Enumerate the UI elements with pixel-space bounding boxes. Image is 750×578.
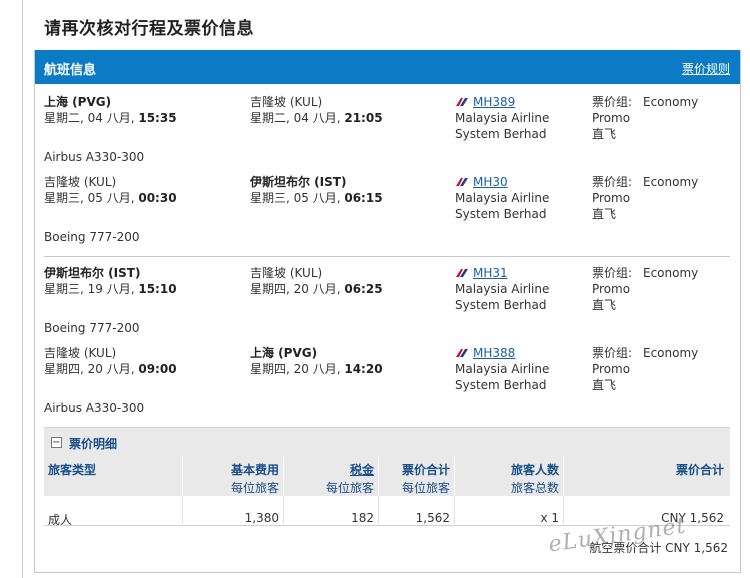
airline-name-line1: Malaysia Airline: [455, 282, 550, 296]
airline-name-line1: Malaysia Airline: [455, 362, 550, 376]
arrival-datetime: 星期二, 04 八月, 21:05: [250, 111, 383, 125]
departure-datetime: 星期二, 04 八月, 15:35: [44, 111, 177, 125]
arrival-datetime: 星期四, 20 八月, 14:20: [250, 362, 383, 376]
airline-name-line2: System Berhad: [455, 207, 547, 221]
airline-name-line2: System Berhad: [455, 127, 547, 141]
stops: 直飞: [592, 127, 617, 141]
aircraft-type: Boeing 777-200: [44, 321, 140, 335]
stops: 直飞: [592, 378, 617, 392]
fare-group-value: Economy: [643, 266, 699, 280]
tax-link[interactable]: 税金: [283, 461, 374, 478]
th-grand-total: 票价合计: [675, 463, 724, 477]
fare-group-value: Economy: [643, 346, 699, 360]
origin-city: 伊斯坦布尔 (IST): [44, 266, 141, 280]
cell-pax-count: x 1: [540, 511, 559, 525]
fare-details-title: 票价明细: [69, 437, 118, 451]
fare-group-label: 票价组:: [592, 346, 633, 360]
flight-number-link[interactable]: MH388: [473, 345, 515, 361]
th-passenger-type: 旅客类型: [48, 463, 97, 477]
fare-rules-link[interactable]: 票价规则: [682, 60, 730, 77]
fare-type: Promo: [592, 282, 631, 296]
fare-type: Promo: [592, 191, 631, 205]
th-fare-total: 票价合计 每位旅客: [401, 463, 450, 495]
departure-datetime: 星期三, 19 八月, 15:10: [44, 282, 177, 296]
destination-city: 上海 (PVG): [250, 346, 318, 360]
page-title: 请再次核对行程及票价信息: [44, 19, 254, 39]
departure-datetime: 星期三, 05 八月, 00:30: [44, 191, 177, 205]
airline-name-line2: System Berhad: [455, 298, 547, 312]
airline-name-line2: System Berhad: [455, 378, 547, 392]
stops: 直飞: [592, 207, 617, 221]
arrival-datetime: 星期三, 05 八月, 06:15: [250, 191, 383, 205]
panel-title: 航班信息: [44, 63, 97, 78]
aircraft-type: Airbus A330-300: [44, 150, 145, 164]
flight-info-panel: 航班信息 票价规则 上海 (PVG) 星期二, 04 八月, 15:35 吉隆坡…: [34, 50, 741, 573]
cell-fare-total: 1,562: [415, 511, 450, 525]
aircraft-type: Boeing 777-200: [44, 230, 140, 244]
malaysia-airlines-logo-icon: [456, 98, 468, 106]
arrival-datetime: 星期四, 20 八月, 06:25: [250, 282, 383, 296]
origin-city: 上海 (PVG): [44, 95, 112, 109]
fare-group-value: Economy: [643, 175, 699, 189]
malaysia-airlines-logo-icon: [456, 349, 468, 357]
fare-group-value: Economy: [643, 95, 699, 109]
flight-number-link[interactable]: MH31: [473, 265, 508, 281]
fare-details-toggle-bar[interactable]: − 票价明细: [44, 427, 730, 456]
left-border: [22, 0, 23, 578]
th-pax-count: 旅客人数 旅客总数: [510, 463, 559, 495]
fare-group-label: 票价组:: [592, 175, 633, 189]
origin-city: 吉隆坡 (KUL): [44, 175, 117, 189]
malaysia-airlines-logo-icon: [456, 178, 468, 186]
fare-group-label: 票价组:: [592, 95, 633, 109]
journey-divider: [44, 256, 730, 257]
th-tax: 税金 每位旅客: [283, 456, 374, 496]
flight-number-link[interactable]: MH30: [473, 174, 508, 190]
departure-datetime: 星期四, 20 八月, 09:00: [44, 362, 177, 376]
destination-city: 吉隆坡 (KUL): [250, 95, 323, 109]
panel-header: 航班信息 票价规则: [35, 50, 740, 84]
cell-tax: 182: [351, 511, 374, 525]
airline-name-line1: Malaysia Airline: [455, 111, 550, 125]
stops: 直飞: [592, 298, 617, 312]
fare-type: Promo: [592, 111, 631, 125]
malaysia-airlines-logo-icon: [456, 269, 468, 277]
th-base-fare: 基本费用 每位旅客: [230, 463, 279, 495]
airline-name-line1: Malaysia Airline: [455, 191, 550, 205]
collapse-toggle-icon[interactable]: −: [51, 437, 62, 448]
destination-city: 吉隆坡 (KUL): [250, 266, 323, 280]
flight-number-link[interactable]: MH389: [473, 94, 515, 110]
fare-type: Promo: [592, 362, 631, 376]
cell-base-fare: 1,380: [244, 511, 279, 525]
fare-group-label: 票价组:: [592, 266, 633, 280]
destination-city: 伊斯坦布尔 (IST): [250, 175, 347, 189]
aircraft-type: Airbus A330-300: [44, 401, 145, 415]
origin-city: 吉隆坡 (KUL): [44, 346, 117, 360]
